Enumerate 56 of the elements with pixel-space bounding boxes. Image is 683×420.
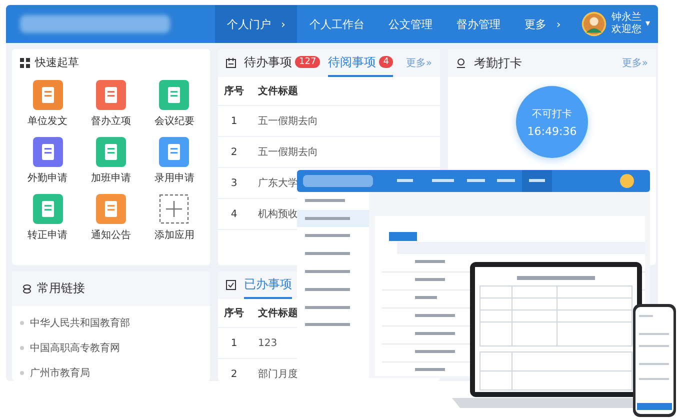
document-app-icon[interactable] <box>32 194 63 224</box>
tab[interactable]: 待办事项 127 <box>244 49 320 77</box>
document-app-icon[interactable] <box>159 137 190 167</box>
nav-tab[interactable]: 个人工作台 <box>297 5 376 43</box>
greeting-text: 欢迎您 <box>611 24 642 36</box>
add-icon[interactable] <box>159 194 190 224</box>
document-app-icon[interactable] <box>32 137 63 167</box>
table-cell[interactable]: 五一假期去向 <box>250 114 318 128</box>
table-cell-text: 2 <box>230 368 238 380</box>
document-app-icon[interactable] <box>96 137 126 167</box>
bullet-icon <box>20 346 24 350</box>
bullet-icon <box>20 320 24 324</box>
app-label[interactable]: 外勤申请 <box>28 171 68 185</box>
document-app-icon[interactable] <box>159 80 190 110</box>
app-label[interactable]: 会议纪要 <box>154 114 194 128</box>
grid-icon <box>20 58 30 68</box>
checklist-icon <box>226 280 236 290</box>
table-cell-text: 3 <box>230 178 238 188</box>
user-name: 钟永兰 <box>611 12 642 24</box>
table-cell[interactable]: 部门月度 <box>250 367 298 381</box>
table-cell[interactable]: 五一假期去向 <box>250 145 318 159</box>
nav-tab[interactable]: 个人门户 › <box>215 5 298 43</box>
document-app-icon[interactable] <box>96 194 126 224</box>
column-header: 序号 <box>223 306 245 320</box>
table-cell[interactable]: 机构预收 <box>250 207 298 221</box>
app-label[interactable]: 督办立项 <box>90 114 131 128</box>
panel-title: 常用链接 <box>37 280 85 297</box>
document-app-icon[interactable] <box>96 80 126 110</box>
caret-icon[interactable]: ▾ <box>645 19 650 29</box>
column-header: 文件标题 <box>257 306 298 320</box>
app-label[interactable]: 单位发文 <box>28 114 68 128</box>
calendar-icon <box>226 58 236 68</box>
bullet-icon <box>20 370 24 374</box>
avatar-icon[interactable] <box>581 11 608 37</box>
link[interactable]: 广州市教育局 <box>30 366 90 380</box>
app-label[interactable]: 通知公告 <box>90 228 131 242</box>
link[interactable]: 中华人民共和国教育部 <box>30 316 130 330</box>
panel-title: 快速起草 <box>35 55 79 70</box>
table-cell-text: 4 <box>230 208 238 220</box>
app-label[interactable]: 录用申请 <box>154 171 194 185</box>
app-label[interactable]: 加班申请 <box>90 171 131 185</box>
column-header: 文件标题 <box>257 84 298 98</box>
panel-title: 考勤打卡 <box>474 54 522 72</box>
table-cell-text: 2 <box>230 146 238 158</box>
table-cell-text: 1 <box>230 116 238 126</box>
nav-tab[interactable]: 公文管理 <box>376 5 444 43</box>
column-header: 序号 <box>223 84 245 98</box>
link[interactable]: 中国高职高专教育网 <box>30 340 120 354</box>
app-label[interactable]: 添加应用 <box>154 228 194 242</box>
nav-tab[interactable]: 更多 › <box>512 5 573 43</box>
table-cell[interactable]: 123 <box>250 338 278 348</box>
document-app-icon[interactable] <box>32 80 63 110</box>
nav-tab[interactable]: 督办管理 <box>444 5 512 43</box>
table-cell-text: 1 <box>230 338 238 348</box>
app-label[interactable]: 转正申请 <box>28 228 68 242</box>
tab[interactable]: 待阅事项 4 <box>328 49 393 77</box>
